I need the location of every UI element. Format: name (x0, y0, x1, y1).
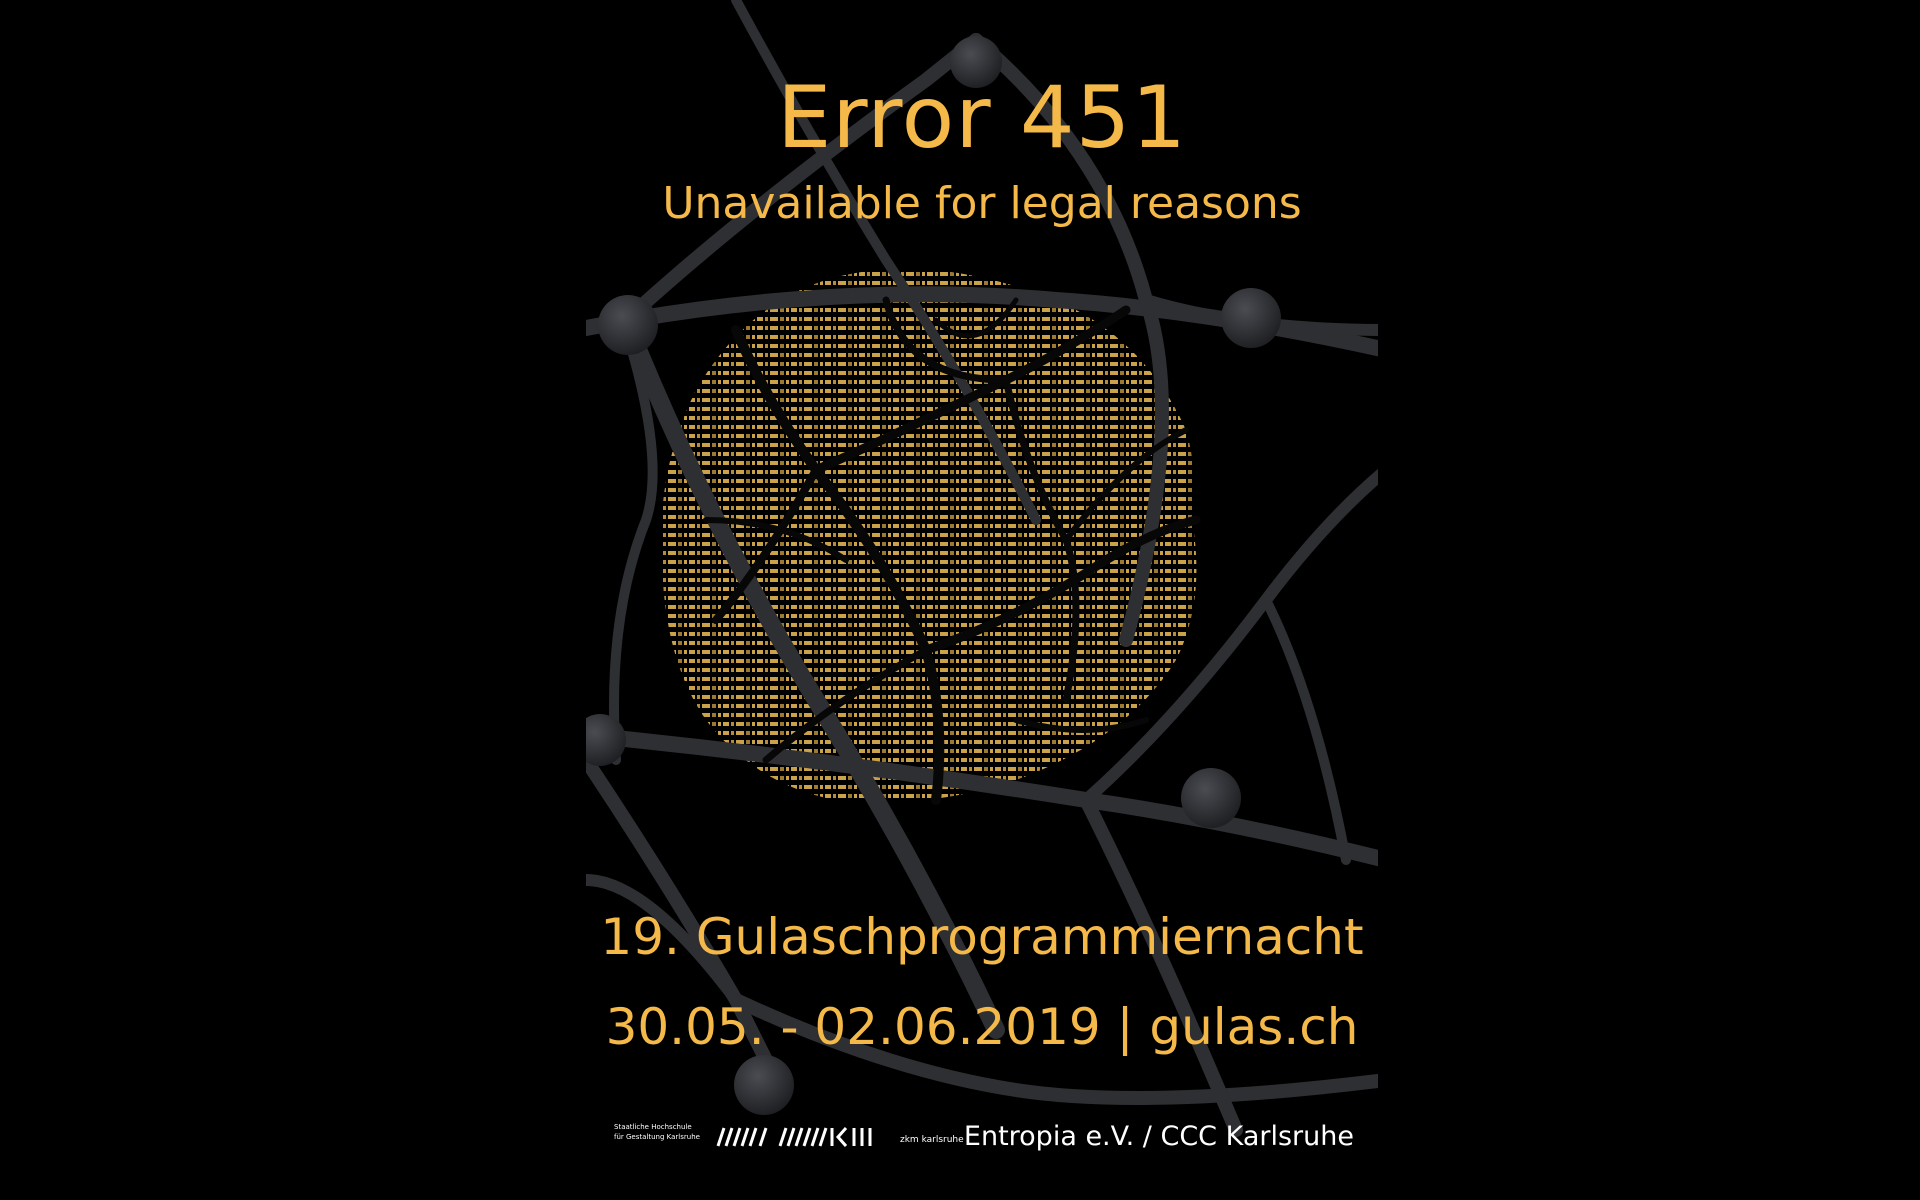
hfg-line-2: für Gestaltung Karlsruhe (614, 1133, 700, 1141)
stage: Error 451 Unavailable for legal reasons … (0, 0, 1920, 1200)
event-dates: 30.05. - 02.06.2019 | gulas.ch (605, 998, 1359, 1056)
hfg-line-1: Staatliche Hochschule (614, 1123, 692, 1131)
zkm-mark-icon (778, 1127, 872, 1147)
hfg-logo: Staatliche Hochschule für Gestaltung Kar… (614, 1122, 800, 1152)
poster: Error 451 Unavailable for legal reasons … (586, 0, 1378, 1200)
footer: Staatliche Hochschule für Gestaltung Kar… (586, 1118, 1378, 1158)
zkm-logo: zkm karlsruhe (778, 1122, 968, 1152)
event-name: 19. Gulaschprogrammiernacht (600, 908, 1364, 966)
zkm-label: zkm karlsruhe (900, 1135, 964, 1145)
organizer-credit: Entropia e.V. / CCC Karlsruhe (963, 1121, 1354, 1152)
poster-subtitle: Unavailable for legal reasons (662, 178, 1302, 229)
poster-title: Error 451 (776, 68, 1188, 168)
hfg-logo-text: Staatliche Hochschule für Gestaltung Kar… (614, 1122, 710, 1142)
